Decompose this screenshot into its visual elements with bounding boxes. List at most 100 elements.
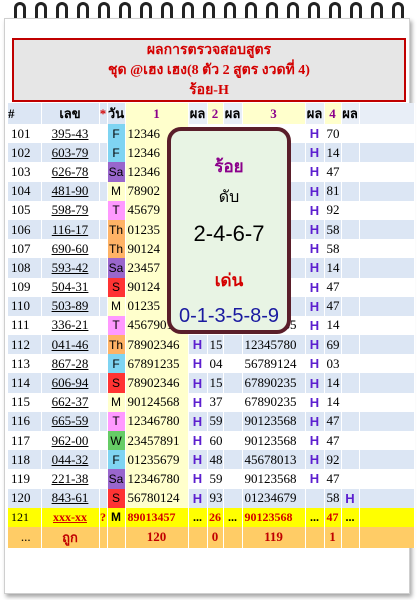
- row-lek[interactable]: 606-94: [41, 373, 100, 393]
- row-lek[interactable]: 665-59: [41, 411, 100, 431]
- row-day: S: [107, 488, 126, 508]
- row-result-3: H: [305, 392, 325, 412]
- row-result-4: [341, 219, 360, 240]
- next-row-formula-2: 26: [207, 507, 224, 527]
- row-result-4: [341, 239, 360, 259]
- row-lek[interactable]: 504-31: [41, 277, 100, 297]
- row-lek[interactable]: 662-37: [41, 392, 100, 412]
- table-row: 118 044-32 F 01235679 H 48 45678013 H 92: [8, 450, 415, 470]
- row-spacer: [359, 373, 415, 393]
- row-result-3: H: [305, 219, 325, 240]
- row-lek[interactable]: 843-61: [41, 488, 100, 508]
- row-lek[interactable]: 626-78: [41, 162, 100, 182]
- row-lek[interactable]: 962-00: [41, 431, 100, 451]
- row-lek[interactable]: 598-79: [41, 200, 100, 220]
- score-row-blank-b: [107, 526, 126, 548]
- row-result-2: [223, 354, 243, 374]
- row-day: T: [107, 315, 126, 336]
- row-lek[interactable]: 336-21: [41, 315, 100, 336]
- row-lek[interactable]: 116-17: [41, 219, 100, 240]
- row-formula-4: 92: [324, 450, 342, 470]
- row-formula-1: 01235679: [125, 450, 189, 470]
- header-formula-3: 3: [242, 103, 306, 124]
- row-formula-4: 47: [324, 162, 342, 182]
- row-star: [99, 450, 108, 470]
- row-result-3: H: [305, 296, 325, 316]
- row-formula-2: 15: [207, 335, 224, 355]
- row-formula-4: 14: [324, 143, 342, 163]
- row-lek[interactable]: 481-90: [41, 181, 100, 201]
- row-result-3: H: [305, 431, 325, 451]
- table-row: 113 867-28 F 67891235 H 04 56789124 H 03: [8, 354, 415, 374]
- row-spacer: [359, 200, 415, 220]
- row-lek[interactable]: 867-28: [41, 354, 100, 374]
- row-spacer: [359, 488, 415, 508]
- row-lek[interactable]: 041-46: [41, 335, 100, 355]
- row-lek[interactable]: 044-32: [41, 450, 100, 470]
- row-star: [99, 143, 108, 163]
- header-spacer: [359, 103, 415, 124]
- row-spacer: [359, 335, 415, 355]
- title-line-2: ชุด @เฮง เฮง(8 ตัว 2 สูตร งวดที่ 4): [108, 63, 310, 78]
- row-day: F: [107, 124, 126, 144]
- row-formula-2: 59: [207, 469, 224, 489]
- row-result-3: H: [305, 239, 325, 259]
- row-day: Sa: [107, 258, 126, 278]
- row-num: 112: [8, 335, 42, 355]
- row-result-3: H: [305, 143, 325, 163]
- next-row-lek[interactable]: xxx-xx: [41, 507, 100, 527]
- row-formula-1: 12346780: [125, 469, 189, 489]
- row-result-2: [223, 335, 243, 355]
- next-row-dots-3: ...: [305, 507, 325, 527]
- next-row-spacer: [359, 507, 415, 527]
- row-lek[interactable]: 593-42: [41, 258, 100, 278]
- row-formula-2: 60: [207, 431, 224, 451]
- row-day: M: [107, 296, 126, 316]
- row-formula-2: 59: [207, 411, 224, 431]
- header-formula-4: 4: [324, 103, 342, 124]
- row-spacer: [359, 219, 415, 240]
- score-row-blank-c: [188, 526, 208, 548]
- row-result-3: H: [305, 411, 325, 431]
- row-lek[interactable]: 503-89: [41, 296, 100, 316]
- table-row: 112 041-46 Th 78902346 H 15 12345780 H 69: [8, 335, 415, 355]
- row-spacer: [359, 431, 415, 451]
- row-num: 110: [8, 296, 42, 316]
- row-star: [99, 219, 108, 240]
- row-day: S: [107, 373, 126, 393]
- row-formula-1: 12346780: [125, 411, 189, 431]
- row-formula-1: 78902346: [125, 335, 189, 355]
- row-lek[interactable]: 221-38: [41, 469, 100, 489]
- score-formula-3: 119: [242, 526, 306, 548]
- row-result-4: [341, 431, 360, 451]
- row-formula-3: 67890235: [242, 373, 306, 393]
- row-formula-4: 70: [324, 124, 342, 144]
- row-result-1: H: [188, 450, 208, 470]
- title-box: ผลการตรวจสอบสูตร ชุด @เฮง เฮง(8 ตัว 2 สู…: [12, 38, 406, 102]
- row-num: 104: [8, 181, 42, 201]
- row-star: [99, 239, 108, 259]
- row-day: F: [107, 354, 126, 374]
- row-num: 106: [8, 219, 42, 240]
- row-num: 108: [8, 258, 42, 278]
- header-star: *: [99, 103, 108, 124]
- row-lek[interactable]: 603-79: [41, 143, 100, 163]
- row-num: 109: [8, 277, 42, 297]
- row-num: 120: [8, 488, 42, 508]
- next-row-dots-2: ...: [223, 507, 243, 527]
- row-spacer: [359, 411, 415, 431]
- row-day: T: [107, 411, 126, 431]
- row-formula-3: 01234679: [242, 488, 306, 508]
- row-day: Sa: [107, 162, 126, 182]
- row-spacer: [359, 277, 415, 297]
- row-day: S: [107, 277, 126, 297]
- row-formula-3: 56789124: [242, 354, 306, 374]
- row-lek[interactable]: 690-60: [41, 239, 100, 259]
- row-day: Sa: [107, 469, 126, 489]
- next-row-formula-1: 89013457: [125, 507, 189, 527]
- row-result-3: H: [305, 354, 325, 374]
- row-lek[interactable]: 395-43: [41, 124, 100, 144]
- row-result-2: [223, 392, 243, 412]
- row-result-4: H: [341, 488, 360, 508]
- row-num: 116: [8, 411, 42, 431]
